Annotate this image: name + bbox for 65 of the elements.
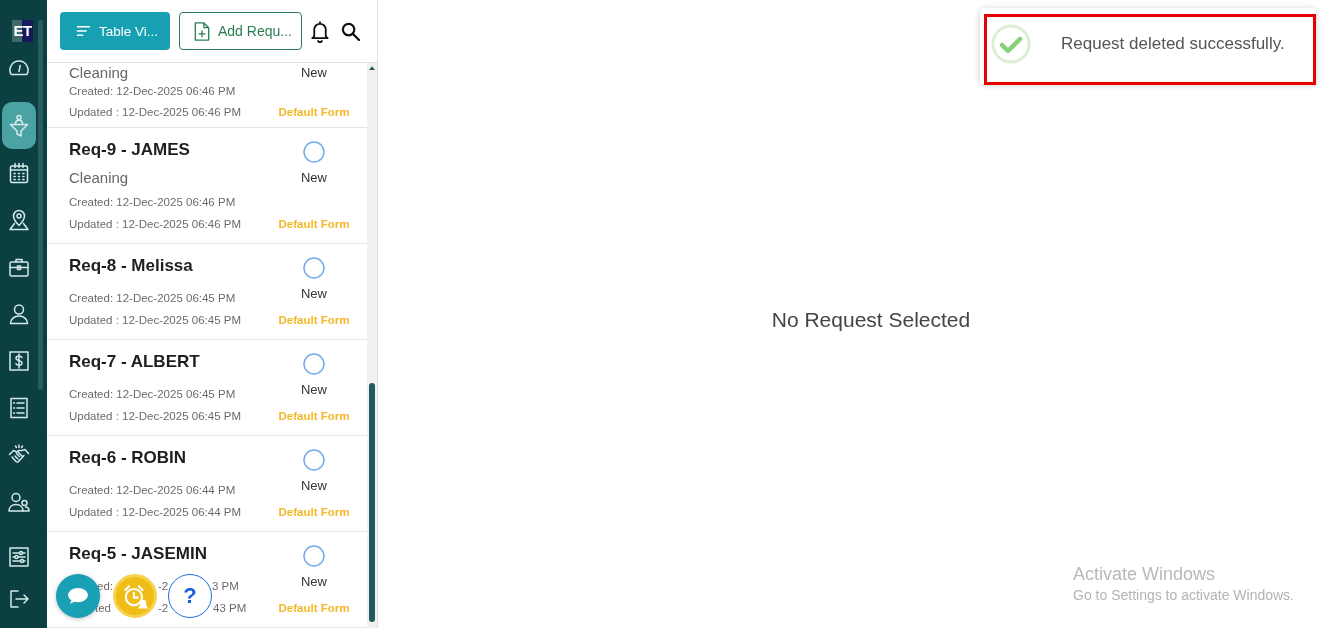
- sort-icon: [76, 25, 91, 37]
- request-title: Req-9 - JAMES: [69, 139, 191, 161]
- status-circle-icon: [303, 353, 325, 375]
- calendar-icon: [7, 160, 31, 185]
- logout-icon: [7, 587, 31, 611]
- form-label: Default Form: [278, 505, 350, 520]
- created-date: Created: 12-Dec-2025 06:45 PM: [69, 291, 237, 306]
- bell-icon[interactable]: [310, 19, 330, 43]
- logo: ET: [12, 20, 33, 42]
- request-title: Req-6 - ROBIN: [69, 447, 188, 469]
- status-label: New: [301, 477, 327, 495]
- form-label: Default Form: [278, 313, 350, 328]
- created-date: ed:: [97, 579, 113, 594]
- help-button[interactable]: ?: [168, 574, 212, 618]
- updated-date: Updated : 12-Dec-2025 06:44 PM: [69, 505, 242, 520]
- alarm-clock-icon: [122, 583, 148, 609]
- status-label: New: [301, 381, 327, 399]
- list-icon: [7, 395, 31, 420]
- updated-date: 43 PM: [213, 601, 247, 616]
- request-type: Cleaning: [69, 168, 130, 188]
- request-title: Req-7 - ALBERT: [69, 351, 201, 373]
- sliders-icon: [7, 545, 31, 569]
- form-label: Default Form: [278, 409, 350, 424]
- scrollbar-thumb[interactable]: [369, 383, 375, 622]
- speech-bubble-icon: [67, 587, 89, 605]
- funnel-icon: [7, 113, 31, 138]
- request-title: Req-8 - Melissa: [69, 255, 194, 277]
- status-label: New: [301, 573, 327, 591]
- form-label: Default Form: [278, 601, 350, 616]
- empty-state-message: No Request Selected: [771, 308, 971, 332]
- sidebar-item[interactable]: [2, 102, 36, 149]
- created-date: -2: [158, 579, 169, 594]
- add-request-button[interactable]: Add Requ...: [179, 12, 302, 50]
- request-title: Req-5 - JASEMIN: [69, 543, 208, 565]
- form-label: Default Form: [278, 105, 350, 120]
- updated-date: Updated : 12-Dec-2025 06:46 PM: [69, 217, 242, 232]
- scrollbar-thumb[interactable]: [38, 20, 43, 390]
- check-circle-icon: [991, 24, 1031, 64]
- updated-date: Updated : 12-Dec-2025 06:46 PM: [69, 105, 242, 120]
- updated-date: Updated : 12-Dec-2025 06:45 PM: [69, 409, 242, 424]
- request-type: Cleaning: [69, 64, 130, 81]
- updated-date: Updated : 12-Dec-2025 06:45 PM: [69, 313, 242, 328]
- person-icon: [7, 301, 31, 326]
- dollar-icon: [7, 348, 31, 373]
- updated-date: -2: [158, 601, 169, 616]
- status-label: New: [301, 64, 327, 82]
- activation-text: Go to Settings to activate Windows.: [1073, 586, 1294, 605]
- created-date: Created: 12-Dec-2025 06:46 PM: [69, 84, 237, 99]
- created-date: 3 PM: [212, 579, 239, 594]
- map-pin-icon: [7, 207, 31, 232]
- status-circle-icon: [303, 257, 325, 279]
- toast-message: Request deleted successfully.: [1061, 34, 1285, 54]
- search-icon[interactable]: [341, 21, 360, 41]
- form-label: Default Form: [278, 217, 350, 232]
- status-label: New: [301, 169, 327, 187]
- scroll-up-icon[interactable]: [369, 66, 375, 70]
- status-circle-icon: [303, 141, 325, 163]
- created-date: Created: 12-Dec-2025 06:46 PM: [69, 195, 237, 210]
- status-circle-icon: [303, 545, 325, 567]
- activation-title: Activate Windows: [1073, 563, 1217, 585]
- created-date: Created: 12-Dec-2025 06:45 PM: [69, 387, 237, 402]
- created-date: Created: 12-Dec-2025 06:44 PM: [69, 483, 237, 498]
- document-plus-icon: [194, 21, 210, 41]
- status-label: New: [301, 285, 327, 303]
- status-circle-icon: [303, 449, 325, 471]
